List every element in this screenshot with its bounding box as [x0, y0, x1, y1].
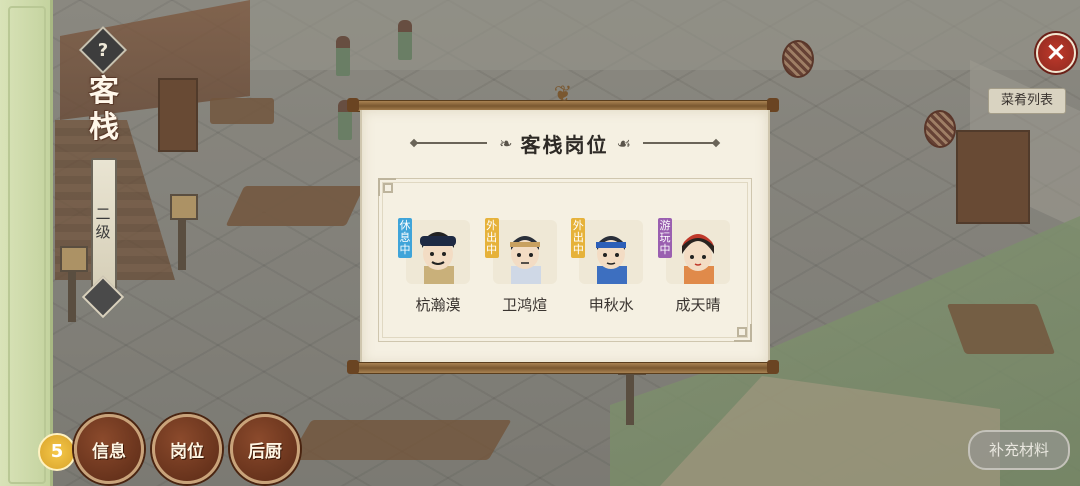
- staff-portrait: [579, 220, 644, 284]
- close-button[interactable]: ×: [1036, 33, 1076, 73]
- scroll-knot-icon: ❦: [553, 82, 573, 107]
- staff-name: 成天晴: [675, 296, 721, 314]
- frame-corner: [734, 324, 752, 342]
- status-badge: 外出中: [571, 218, 586, 258]
- staff-card[interactable]: 外出中 卫鸿煊: [483, 218, 563, 318]
- kitchen-button[interactable]: 后厨: [230, 414, 300, 484]
- staff-card[interactable]: 休息中 杭瀚漠: [396, 218, 476, 318]
- staff-portrait: [665, 220, 730, 284]
- side-panel: [0, 0, 53, 486]
- status-badge: 游玩中: [657, 218, 672, 258]
- staff-card[interactable]: 游玩中 成天晴: [656, 218, 736, 318]
- status-badge: 休息中: [398, 218, 412, 258]
- help-icon: ?: [97, 39, 109, 61]
- staff-portrait: [492, 220, 557, 284]
- staff-list: 休息中 杭瀚漠 外出中 卫鸿煊 外出中 申秋水 游玩中 成天晴: [396, 218, 736, 318]
- coin-icon[interactable]: 5: [38, 433, 76, 471]
- menu-list-button[interactable]: 菜肴列表: [988, 88, 1066, 114]
- staff-name: 申秋水: [588, 296, 634, 314]
- staff-name: 杭瀚漠: [415, 296, 461, 314]
- supply-materials-button[interactable]: 补充材料: [968, 430, 1070, 470]
- scroll-bottom-rod: [347, 360, 779, 374]
- info-button-label: 信息: [92, 441, 126, 462]
- kitchen-button-label: 后厨: [248, 441, 282, 462]
- side-panel-frame: [8, 6, 46, 484]
- info-button[interactable]: 信息: [74, 414, 144, 484]
- staff-name: 卫鸿煊: [502, 296, 548, 314]
- title-divider: [642, 142, 713, 144]
- staff-card[interactable]: 外出中 申秋水: [569, 218, 649, 318]
- cloud-ornament-icon: ☙: [616, 133, 631, 153]
- close-icon: ×: [1045, 37, 1067, 67]
- dialog-title: 客栈岗位: [520, 132, 609, 157]
- location-title: 客栈: [89, 74, 119, 145]
- positions-button[interactable]: 岗位: [152, 414, 222, 484]
- positions-dialog: ❧ 客栈岗位 ☙ 休息中 杭瀚漠 外出中 卫鸿煊 外出中 申秋水 游玩中 成天晴: [360, 110, 770, 364]
- staff-portrait: [406, 220, 470, 284]
- level-label: 二级: [95, 205, 111, 241]
- cloud-ornament-icon: ❧: [499, 133, 513, 153]
- status-badge: 外出中: [484, 218, 499, 258]
- positions-button-label: 岗位: [170, 441, 204, 462]
- dialog-header: ❧ 客栈岗位 ☙: [362, 126, 768, 160]
- title-divider: [417, 142, 488, 144]
- frame-corner: [378, 178, 396, 196]
